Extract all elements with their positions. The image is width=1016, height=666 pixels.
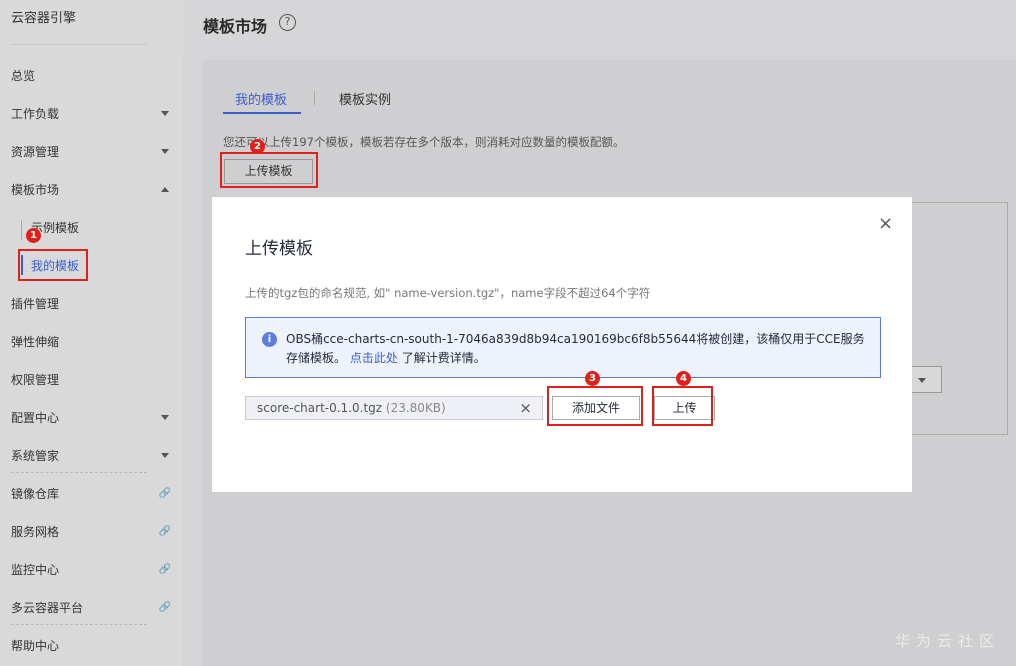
sidebar-item-image-repo[interactable]: 镜像仓库 🔗 [11, 484, 171, 504]
naming-hint: 上传的tgz包的命名规范, 如" name-version.tgz"，name字… [245, 286, 651, 300]
external-link-icon: 🔗 [158, 564, 171, 575]
info-alert: i OBS桶cce-charts-cn-south-1-7046a839d8b9… [245, 317, 881, 378]
sidebar-item-label: 插件管理 [11, 297, 60, 311]
step-marker-3: 3 [585, 371, 600, 386]
info-text: OBS桶cce-charts-cn-south-1-7046a839d8b94c… [286, 330, 876, 368]
sidebar-item-label: 总览 [11, 69, 36, 83]
sidebar-item-template-market[interactable]: 模板市场 [11, 180, 171, 200]
page-title: 模板市场 [203, 17, 268, 36]
chevron-down-icon [918, 378, 926, 383]
sidebar-item-multicloud[interactable]: 多云容器平台 🔗 [11, 598, 171, 618]
page-header [183, 0, 1016, 58]
background-panel [908, 202, 1008, 435]
sidebar-title: 云容器引擎 [11, 11, 77, 26]
submenu-guide-line [21, 220, 22, 240]
sidebar-item-label: 模板市场 [11, 183, 60, 197]
sidebar-item-addons[interactable]: 插件管理 [11, 294, 171, 314]
sidebar-item-label: 权限管理 [11, 373, 60, 387]
upload-template-dialog: 上传模板 × 上传的tgz包的命名规范, 如" name-version.tgz… [212, 197, 912, 492]
chevron-down-icon [161, 149, 169, 154]
chevron-down-icon [161, 453, 169, 458]
sidebar-item-label: 工作负载 [11, 107, 60, 121]
sidebar-item-label: 资源管理 [11, 145, 60, 159]
highlight-box-upload-template [220, 152, 318, 188]
sidebar-item-resources[interactable]: 资源管理 [11, 142, 171, 162]
chevron-down-icon [161, 111, 169, 116]
sidebar-item-workloads[interactable]: 工作负载 [11, 104, 171, 124]
sidebar: 云容器引擎 总览 工作负载 资源管理 模板市场 示例模板 我的模板 插件管理 弹… [0, 0, 183, 666]
step-marker-2: 2 [250, 139, 265, 154]
chevron-down-icon [161, 415, 169, 420]
watermark: 华为云社区 [895, 632, 1001, 650]
chevron-up-icon [161, 187, 169, 192]
sidebar-divider [11, 624, 147, 625]
sidebar-item-label: 镜像仓库 [11, 487, 60, 501]
highlight-box-my-templates [18, 249, 88, 281]
quota-text: 您还可以上传197个模板，模板若存在多个版本，则消耗对应数量的模板配额。 [223, 135, 625, 149]
sidebar-divider [11, 472, 147, 473]
external-link-icon: 🔗 [158, 526, 171, 537]
sidebar-divider [11, 44, 147, 45]
tab-template-instances[interactable]: 模板实例 [339, 89, 391, 108]
sidebar-item-autoscaling[interactable]: 弹性伸缩 [11, 332, 171, 352]
sidebar-item-label: 帮助中心 [11, 639, 60, 653]
clear-file-icon[interactable]: × [519, 397, 532, 419]
sidebar-item-monitoring[interactable]: 监控中心 🔗 [11, 560, 171, 580]
sidebar-item-service-mesh[interactable]: 服务网格 🔗 [11, 522, 171, 542]
sidebar-item-permissions[interactable]: 权限管理 [11, 370, 171, 390]
tab-divider [314, 91, 315, 105]
billing-details-link[interactable]: 点击此处 [350, 351, 398, 365]
highlight-box-upload [652, 386, 713, 426]
info-suffix: 了解计费详情。 [401, 351, 486, 365]
sidebar-item-overview[interactable]: 总览 [11, 66, 171, 86]
selected-file-field[interactable]: score-chart-0.1.0.tgz (23.80KB) × [245, 396, 543, 420]
sidebar-item-label: 多云容器平台 [11, 601, 84, 615]
sidebar-item-label: 配置中心 [11, 411, 60, 425]
background-select[interactable] [908, 366, 942, 393]
tab-my-templates[interactable]: 我的模板 [235, 89, 287, 108]
step-marker-1: 1 [26, 228, 41, 243]
external-link-icon: 🔗 [158, 602, 171, 613]
sidebar-item-label: 监控中心 [11, 563, 60, 577]
step-marker-4: 4 [676, 371, 691, 386]
sidebar-item-help[interactable]: 帮助中心 [11, 636, 171, 656]
sidebar-item-label: 系统管家 [11, 449, 60, 463]
sidebar-item-label: 弹性伸缩 [11, 335, 60, 349]
info-icon: i [262, 332, 277, 347]
file-name: score-chart-0.1.0.tgz [257, 401, 383, 415]
sidebar-item-config-center[interactable]: 配置中心 [11, 408, 171, 428]
dialog-title: 上传模板 [245, 239, 313, 259]
help-icon[interactable]: ? [279, 14, 296, 31]
close-icon[interactable]: × [878, 213, 893, 234]
external-link-icon: 🔗 [158, 488, 171, 499]
sidebar-item-label: 服务网格 [11, 525, 60, 539]
active-tab-underline [223, 112, 301, 114]
sidebar-item-system-manager[interactable]: 系统管家 [11, 446, 171, 466]
highlight-box-add-file [547, 386, 643, 426]
file-size: (23.80KB) [385, 401, 446, 415]
